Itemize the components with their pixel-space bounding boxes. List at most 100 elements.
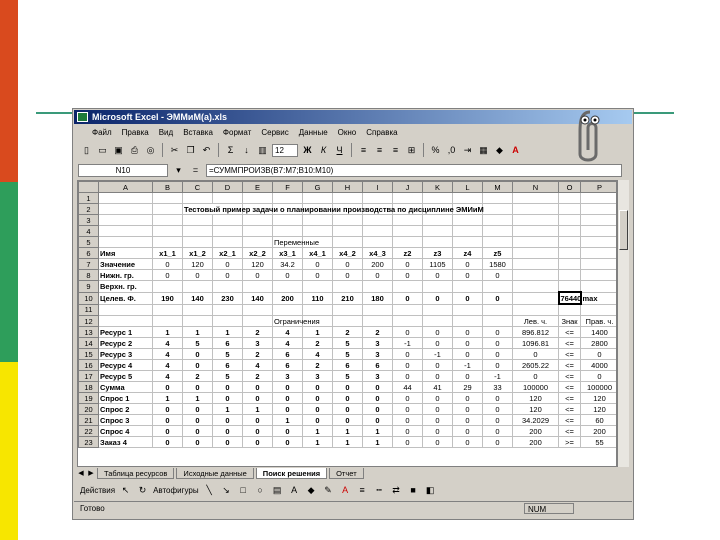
row-header[interactable]: 21 xyxy=(78,414,99,426)
menu-item-file[interactable]: Файл xyxy=(92,128,112,137)
cell[interactable] xyxy=(242,214,273,226)
column-header[interactable]: I xyxy=(362,181,393,193)
cell[interactable]: 0 xyxy=(152,414,183,426)
cell[interactable]: 0 xyxy=(392,258,423,270)
autoshapes-menu[interactable]: Автофигуры xyxy=(153,486,199,495)
cell[interactable]: <= xyxy=(558,326,581,338)
cell[interactable]: 0 xyxy=(362,414,393,426)
row-header[interactable]: 18 xyxy=(78,381,99,393)
cell[interactable]: 4 xyxy=(302,348,333,360)
row-header[interactable]: 13 xyxy=(78,326,99,338)
menu-item-window[interactable]: Окно xyxy=(338,128,357,137)
cell[interactable] xyxy=(482,315,513,327)
row-header[interactable]: 4 xyxy=(78,225,99,237)
cell[interactable] xyxy=(272,280,303,293)
preview-icon[interactable]: ◎ xyxy=(144,144,157,157)
cell[interactable]: 34.2029 xyxy=(512,414,559,426)
cell[interactable]: 200 xyxy=(512,425,559,437)
cell[interactable]: 0 xyxy=(392,326,423,338)
cell[interactable] xyxy=(422,236,453,248)
cell[interactable]: 0 xyxy=(452,348,483,360)
copy-icon[interactable]: ❐ xyxy=(184,144,197,157)
cell[interactable] xyxy=(558,225,581,237)
cell[interactable]: 44 xyxy=(392,381,423,393)
first-sheet-icon[interactable]: ◀ xyxy=(77,469,85,477)
cell[interactable]: 4 xyxy=(152,348,183,360)
cell[interactable]: 0 xyxy=(182,403,213,415)
cell[interactable]: 0 xyxy=(212,392,243,404)
cell[interactable] xyxy=(302,192,333,204)
column-header[interactable]: P xyxy=(580,181,616,193)
cell[interactable] xyxy=(212,280,243,293)
cell[interactable]: Ресурс 1 xyxy=(98,326,153,338)
cell[interactable] xyxy=(392,225,423,237)
cell[interactable] xyxy=(242,236,273,248)
cell[interactable] xyxy=(302,280,333,293)
cell[interactable]: 0 xyxy=(302,269,333,281)
cell[interactable] xyxy=(152,192,183,204)
cell[interactable] xyxy=(392,236,423,248)
cell[interactable] xyxy=(212,192,243,204)
cell[interactable]: 5 xyxy=(332,348,363,360)
cell[interactable]: 1 xyxy=(362,436,393,448)
cell[interactable]: 0 xyxy=(182,414,213,426)
cell[interactable] xyxy=(212,303,243,316)
cell[interactable]: 6 xyxy=(332,359,363,371)
cell[interactable] xyxy=(182,236,213,248)
cell[interactable] xyxy=(558,192,581,204)
cell[interactable]: Ресурс 3 xyxy=(98,348,153,360)
cell[interactable]: x4_1 xyxy=(302,247,333,259)
cell[interactable]: 0 xyxy=(152,403,183,415)
cell[interactable] xyxy=(362,315,393,327)
cell[interactable]: 0 xyxy=(452,291,483,305)
cell[interactable] xyxy=(580,203,616,215)
cell[interactable]: 5 xyxy=(332,337,363,349)
cell[interactable] xyxy=(182,225,213,237)
cell[interactable]: 2800 xyxy=(580,337,616,349)
cell[interactable]: <= xyxy=(558,392,581,404)
cell[interactable]: 0 xyxy=(422,414,453,426)
cell[interactable]: 1 xyxy=(302,425,333,437)
cell[interactable]: 4 xyxy=(152,359,183,371)
cell[interactable]: Значение xyxy=(98,258,153,270)
cell[interactable]: 4 xyxy=(242,359,273,371)
cell[interactable]: 3 xyxy=(242,337,273,349)
cell[interactable] xyxy=(452,225,483,237)
cell[interactable]: 0 xyxy=(392,348,423,360)
arrow-style-icon[interactable]: ⇄ xyxy=(390,484,403,497)
cell[interactable]: 120 xyxy=(580,392,616,404)
cell[interactable]: -1 xyxy=(482,370,513,382)
column-header[interactable]: O xyxy=(558,181,581,193)
cell[interactable]: 0 xyxy=(272,392,303,404)
cell[interactable] xyxy=(392,214,423,226)
italic-icon[interactable]: К xyxy=(317,144,330,157)
rectangle-icon[interactable]: □ xyxy=(237,484,250,497)
cell[interactable]: 0 xyxy=(182,269,213,281)
cell[interactable]: 2 xyxy=(332,326,363,338)
cell[interactable] xyxy=(482,203,513,215)
cell[interactable]: 110 xyxy=(302,291,333,305)
underline-icon[interactable]: Ч xyxy=(333,144,346,157)
cell[interactable]: 0 xyxy=(212,269,243,281)
row-header[interactable]: 14 xyxy=(78,337,99,349)
row-header[interactable]: 8 xyxy=(78,269,99,281)
cell[interactable]: 1105 xyxy=(422,258,453,270)
cell[interactable]: 34.2 xyxy=(272,258,303,270)
cell[interactable]: 0 xyxy=(332,414,363,426)
equals-icon[interactable]: = xyxy=(189,164,202,177)
cell[interactable] xyxy=(152,225,183,237)
cell[interactable] xyxy=(332,280,363,293)
indent-icon[interactable]: ⇥ xyxy=(461,144,474,157)
cell[interactable]: 0 xyxy=(332,403,363,415)
office-assistant-clip-icon[interactable] xyxy=(570,108,610,166)
cell[interactable] xyxy=(580,303,616,316)
cell[interactable]: 0 xyxy=(212,258,243,270)
line-icon[interactable]: ╲ xyxy=(203,484,216,497)
cell[interactable]: 0 xyxy=(392,403,423,415)
cell[interactable] xyxy=(580,214,616,226)
cell[interactable]: 0 xyxy=(392,392,423,404)
cell[interactable]: 3 xyxy=(302,370,333,382)
select-pointer-icon[interactable]: ↖ xyxy=(119,484,132,497)
cell[interactable]: z4 xyxy=(452,247,483,259)
cell[interactable]: 5 xyxy=(212,348,243,360)
